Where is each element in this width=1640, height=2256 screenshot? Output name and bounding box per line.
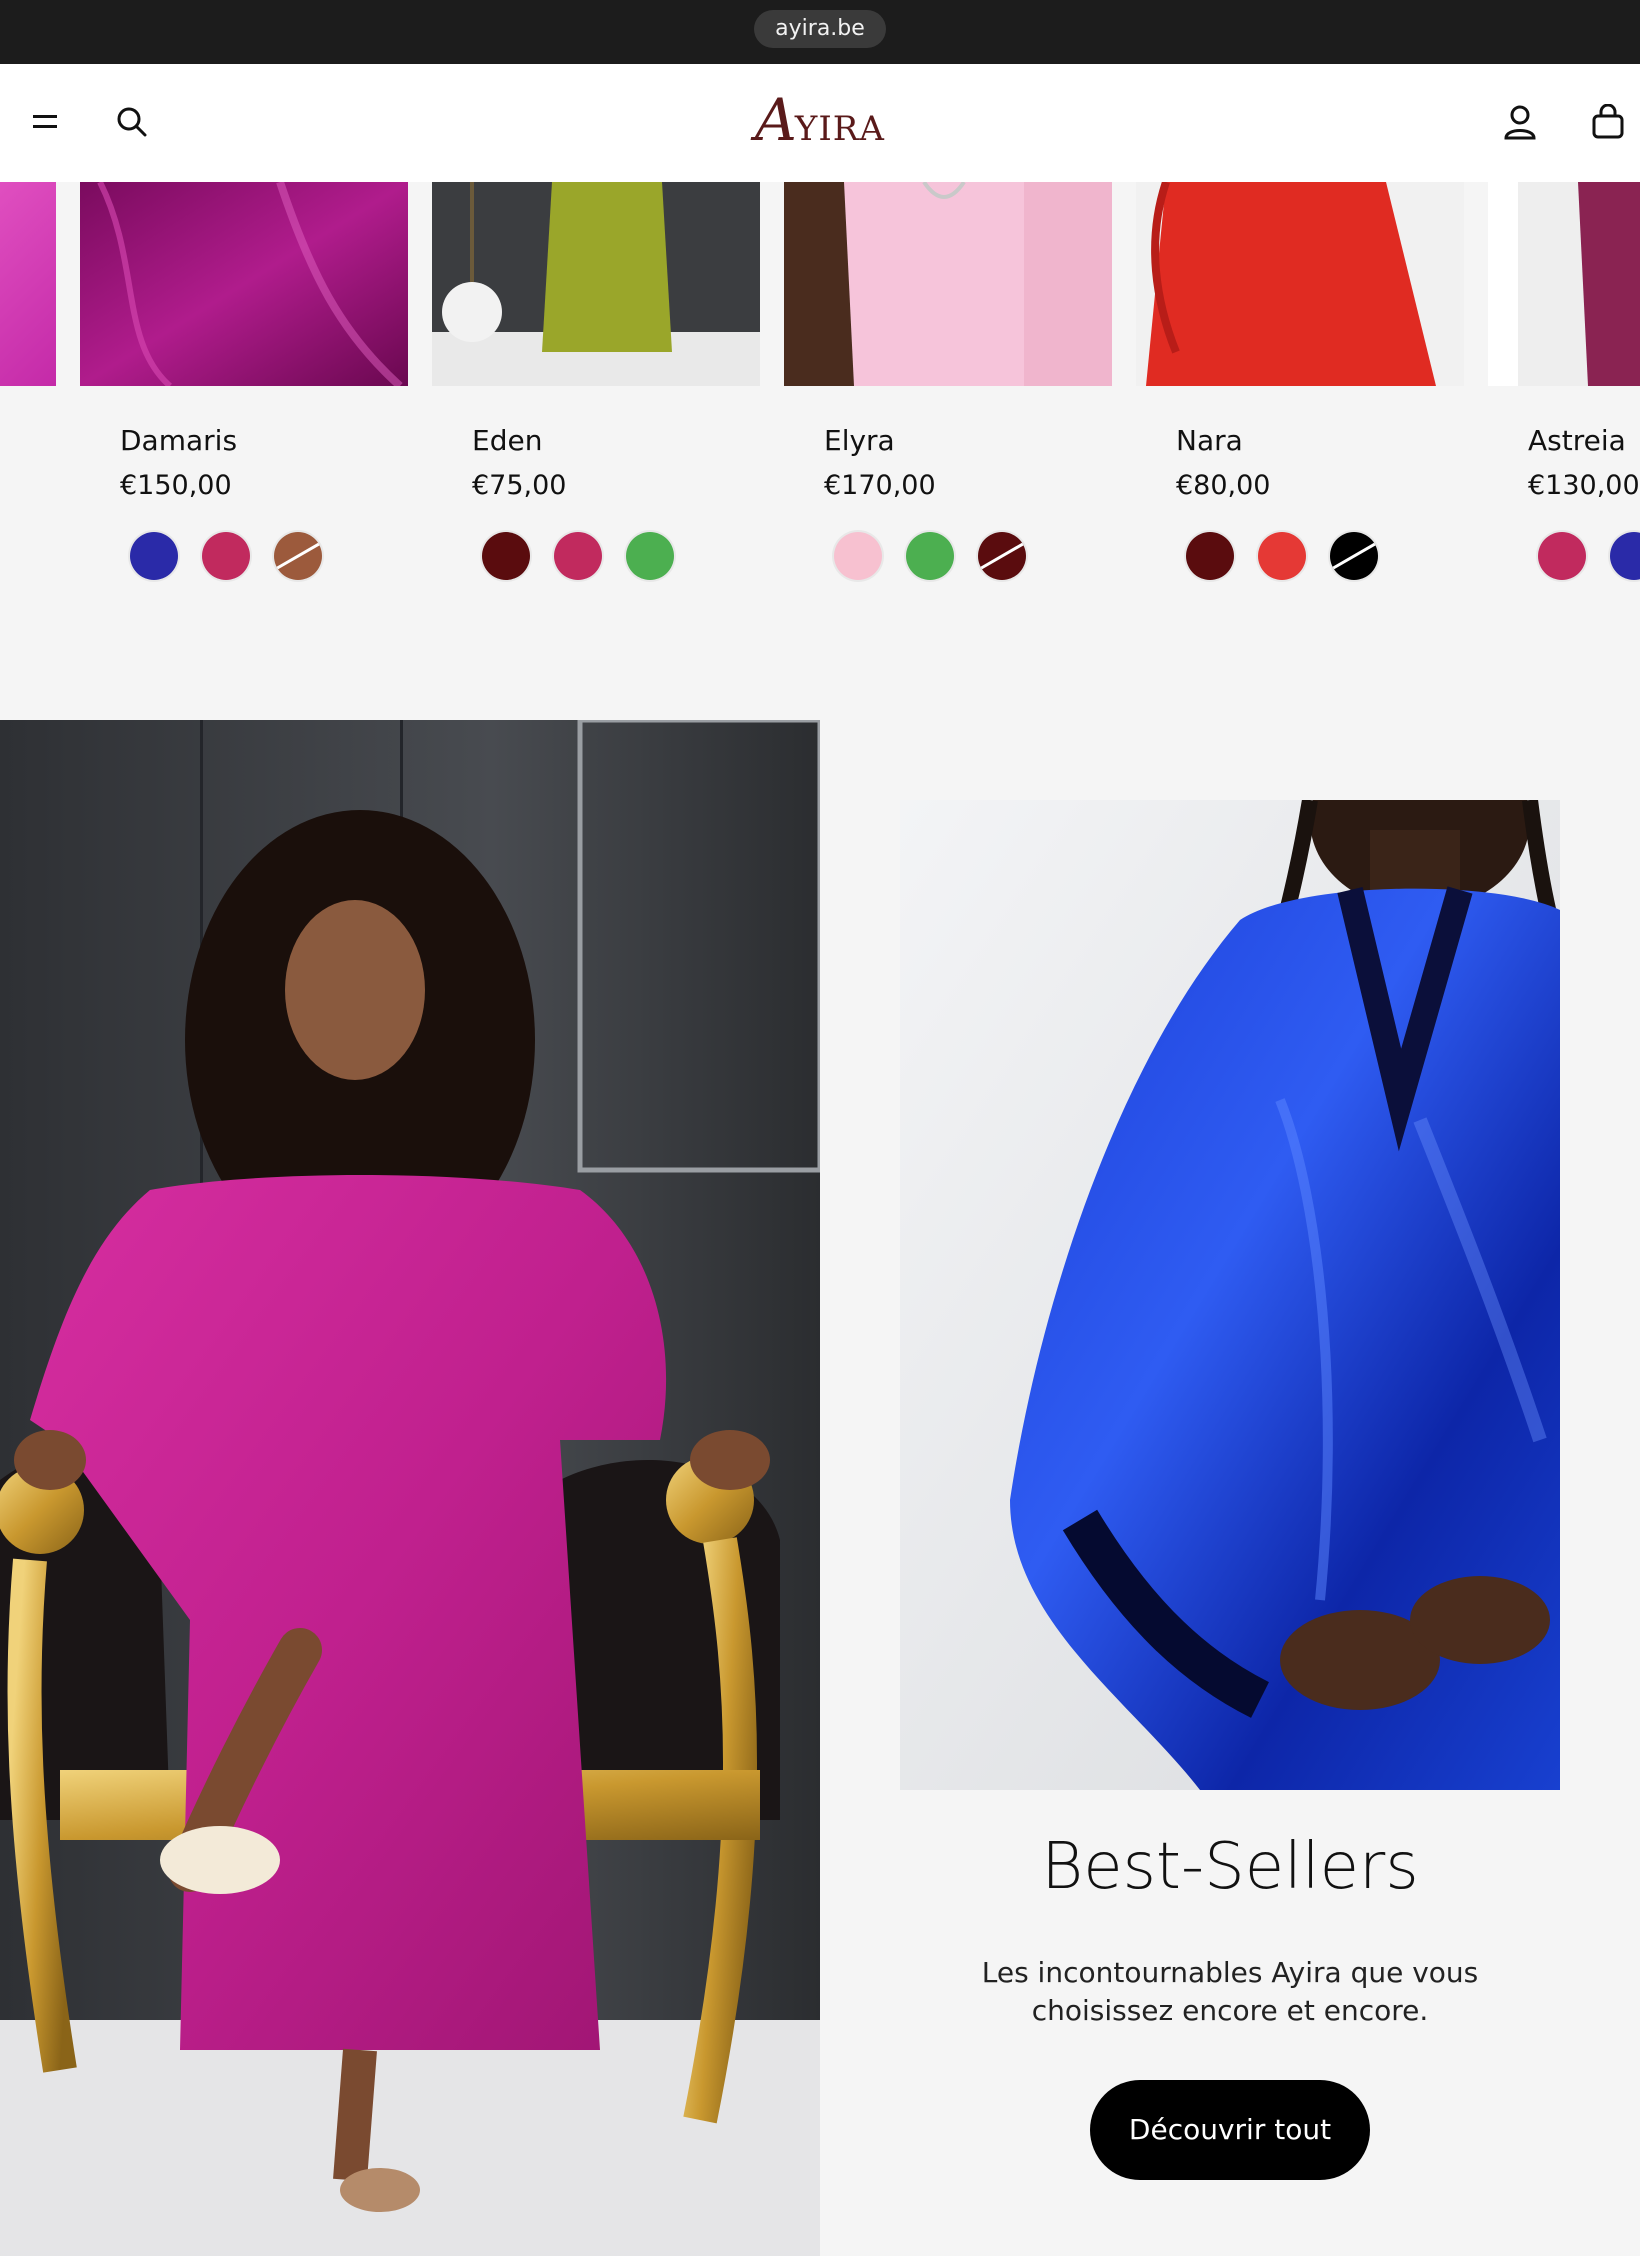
product-price: €75,00 [472, 470, 567, 501]
product-name[interactable]: Nara [1176, 424, 1243, 457]
browser-bar: ayira.be [0, 0, 1640, 64]
bestsellers-description-line: choisissez encore et encore. [1031, 1994, 1429, 2027]
bestsellers-description-line: Les incontournables Ayira que vous [981, 1956, 1479, 1989]
color-swatch-unavailable[interactable] [274, 532, 322, 580]
color-swatch-unavailable[interactable] [978, 532, 1026, 580]
color-swatch[interactable] [906, 532, 954, 580]
bestsellers-description: Les incontournables Ayira que vous chois… [950, 1954, 1510, 2030]
color-swatch[interactable] [834, 532, 882, 580]
color-swatch[interactable] [1610, 532, 1640, 580]
color-swatch[interactable] [626, 532, 674, 580]
product-price: €170,00 [824, 470, 936, 501]
product-name[interactable]: Damaris [120, 424, 237, 457]
site-logo[interactable]: AYIRA [720, 86, 920, 160]
product-image-partial-left[interactable] [0, 182, 56, 386]
product-price: €130,00 [1528, 470, 1640, 501]
color-swatch[interactable] [1258, 532, 1306, 580]
color-swatch[interactable] [1538, 532, 1586, 580]
product-image-nara[interactable] [1136, 182, 1464, 386]
bestsellers-image-blue-dress[interactable] [900, 800, 1560, 1790]
color-swatch[interactable] [130, 532, 178, 580]
search-icon[interactable] [104, 94, 160, 150]
menu-icon[interactable] [18, 94, 74, 150]
product-image-elyra[interactable] [784, 182, 1112, 386]
product-image-eden[interactable] [432, 182, 760, 386]
discover-all-button[interactable]: Découvrir tout [1090, 2080, 1370, 2180]
cart-icon[interactable] [1580, 94, 1636, 150]
product-name[interactable]: Eden [472, 424, 542, 457]
hero-image-magenta-dress [0, 720, 820, 2256]
color-swatch[interactable] [1186, 532, 1234, 580]
color-swatch[interactable] [202, 532, 250, 580]
color-swatch[interactable] [482, 532, 530, 580]
product-image-astreia[interactable] [1488, 182, 1640, 386]
product-image-damaris[interactable] [80, 182, 408, 386]
url-pill[interactable]: ayira.be [754, 10, 886, 48]
bestsellers-title: Best-Sellers [1041, 1830, 1419, 1904]
product-price: €80,00 [1176, 470, 1271, 501]
color-swatch-unavailable[interactable] [1330, 532, 1378, 580]
color-swatch[interactable] [554, 532, 602, 580]
account-icon[interactable] [1492, 94, 1548, 150]
product-price: €150,00 [120, 470, 232, 501]
product-name[interactable]: Astreia [1528, 424, 1626, 457]
product-name[interactable]: Elyra [824, 424, 895, 457]
